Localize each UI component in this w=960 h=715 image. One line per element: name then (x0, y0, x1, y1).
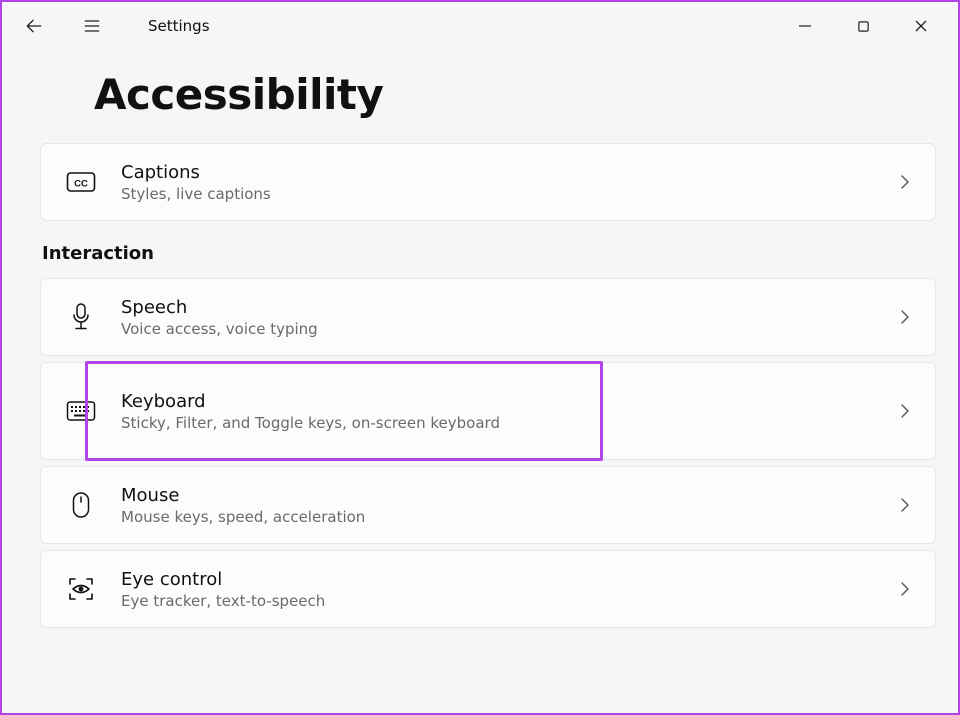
back-arrow-icon (24, 16, 44, 36)
eye-control-sub: Eye tracker, text-to-speech (121, 592, 325, 610)
captions-row[interactable]: CC Captions Styles, live captions (40, 143, 936, 221)
chevron-right-icon (893, 577, 917, 601)
mouse-icon (63, 487, 99, 523)
captions-sub: Styles, live captions (121, 185, 271, 203)
speech-row[interactable]: Speech Voice access, voice typing (40, 278, 936, 356)
close-button[interactable] (892, 4, 950, 48)
page-title: Accessibility (94, 70, 936, 119)
window-controls (776, 4, 950, 48)
chevron-right-icon (893, 305, 917, 329)
maximize-icon (857, 20, 870, 33)
mouse-sub: Mouse keys, speed, acceleration (121, 508, 365, 526)
title-bar: Settings (2, 2, 958, 50)
eye-control-icon (63, 571, 99, 607)
app-title: Settings (148, 17, 210, 35)
speech-sub: Voice access, voice typing (121, 320, 318, 338)
mouse-title: Mouse (121, 485, 365, 506)
maximize-button[interactable] (834, 4, 892, 48)
keyboard-title: Keyboard (121, 391, 500, 412)
keyboard-icon (63, 393, 99, 429)
interaction-section-label: Interaction (42, 243, 936, 264)
content-area: Accessibility CC Captions Styles, live c… (2, 50, 958, 628)
minimize-button[interactable] (776, 4, 834, 48)
chevron-right-icon (893, 399, 917, 423)
back-button[interactable] (18, 10, 50, 42)
settings-window: Settings Accessibility CC (0, 0, 960, 715)
captions-title: Captions (121, 162, 271, 183)
keyboard-sub: Sticky, Filter, and Toggle keys, on-scre… (121, 414, 500, 432)
chevron-right-icon (893, 493, 917, 517)
speech-title: Speech (121, 297, 318, 318)
menu-button[interactable] (76, 10, 108, 42)
close-icon (914, 19, 928, 33)
captions-icon: CC (63, 164, 99, 200)
chevron-right-icon (893, 170, 917, 194)
keyboard-row[interactable]: Keyboard Sticky, Filter, and Toggle keys… (40, 362, 936, 460)
eye-control-row[interactable]: Eye control Eye tracker, text-to-speech (40, 550, 936, 628)
svg-text:CC: CC (74, 179, 88, 190)
hamburger-icon (82, 16, 102, 36)
nav-controls: Settings (18, 10, 210, 42)
minimize-icon (798, 19, 812, 33)
eye-control-title: Eye control (121, 569, 325, 590)
mouse-row[interactable]: Mouse Mouse keys, speed, acceleration (40, 466, 936, 544)
microphone-icon (63, 299, 99, 335)
